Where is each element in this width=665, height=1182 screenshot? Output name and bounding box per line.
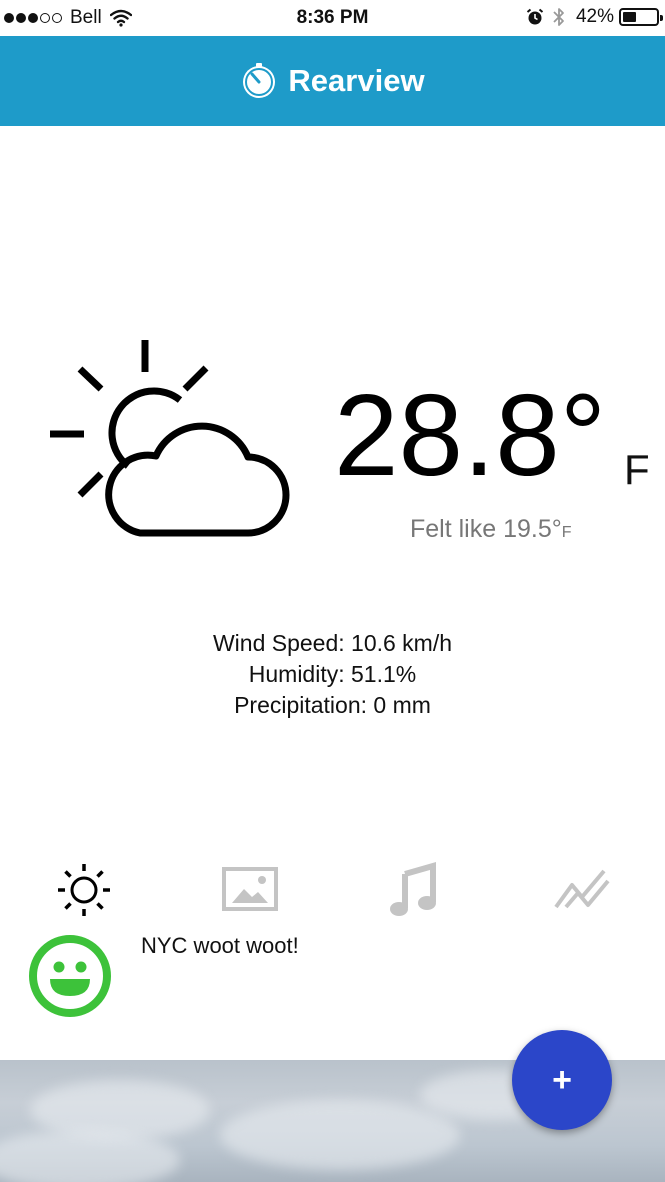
humidity: Humidity: 51.1% [248, 661, 417, 687]
bluetooth-icon [553, 8, 564, 26]
battery-percent: 42% [575, 6, 614, 27]
tab-music[interactable] [381, 858, 445, 922]
trend-chart-icon [554, 869, 610, 909]
partly-cloudy-icon [50, 340, 290, 537]
add-button[interactable]: + [512, 1030, 612, 1130]
stopwatch-icon [243, 63, 276, 98]
felt-like: Felt like 19.5°F [410, 514, 572, 548]
felt-like-unit: F [561, 524, 572, 541]
wind-speed: Wind Speed: 10.6 km/h [212, 630, 453, 656]
battery-icon [619, 8, 663, 26]
smiley-icon [29, 935, 111, 1017]
felt-like-label: Felt like 19.5° [410, 515, 562, 543]
battery-fill [623, 12, 636, 22]
tab-weather[interactable] [52, 858, 116, 922]
sun-icon [58, 864, 110, 916]
temperature-value: 28.8° [334, 370, 607, 500]
battery-nub [660, 15, 663, 21]
tab-photo[interactable] [218, 858, 282, 922]
music-note-icon [390, 862, 436, 916]
app-title: Rearview [288, 63, 425, 98]
status-right: 42% [526, 6, 663, 28]
tab-activity[interactable] [550, 858, 614, 922]
precipitation: Precipitation: 0 mm [234, 692, 431, 718]
alarm-clock-icon [526, 8, 544, 25]
image-icon [222, 867, 278, 911]
post-text: NYC woot woot! [141, 933, 299, 958]
app-header: Rearview [0, 36, 665, 126]
weather-details: Wind Speed: 10.6 km/h Humidity: 51.1% Pr… [0, 628, 665, 721]
temperature-unit: F [624, 446, 650, 493]
status-bar: Bell 8:36 PM 42% [0, 0, 665, 36]
